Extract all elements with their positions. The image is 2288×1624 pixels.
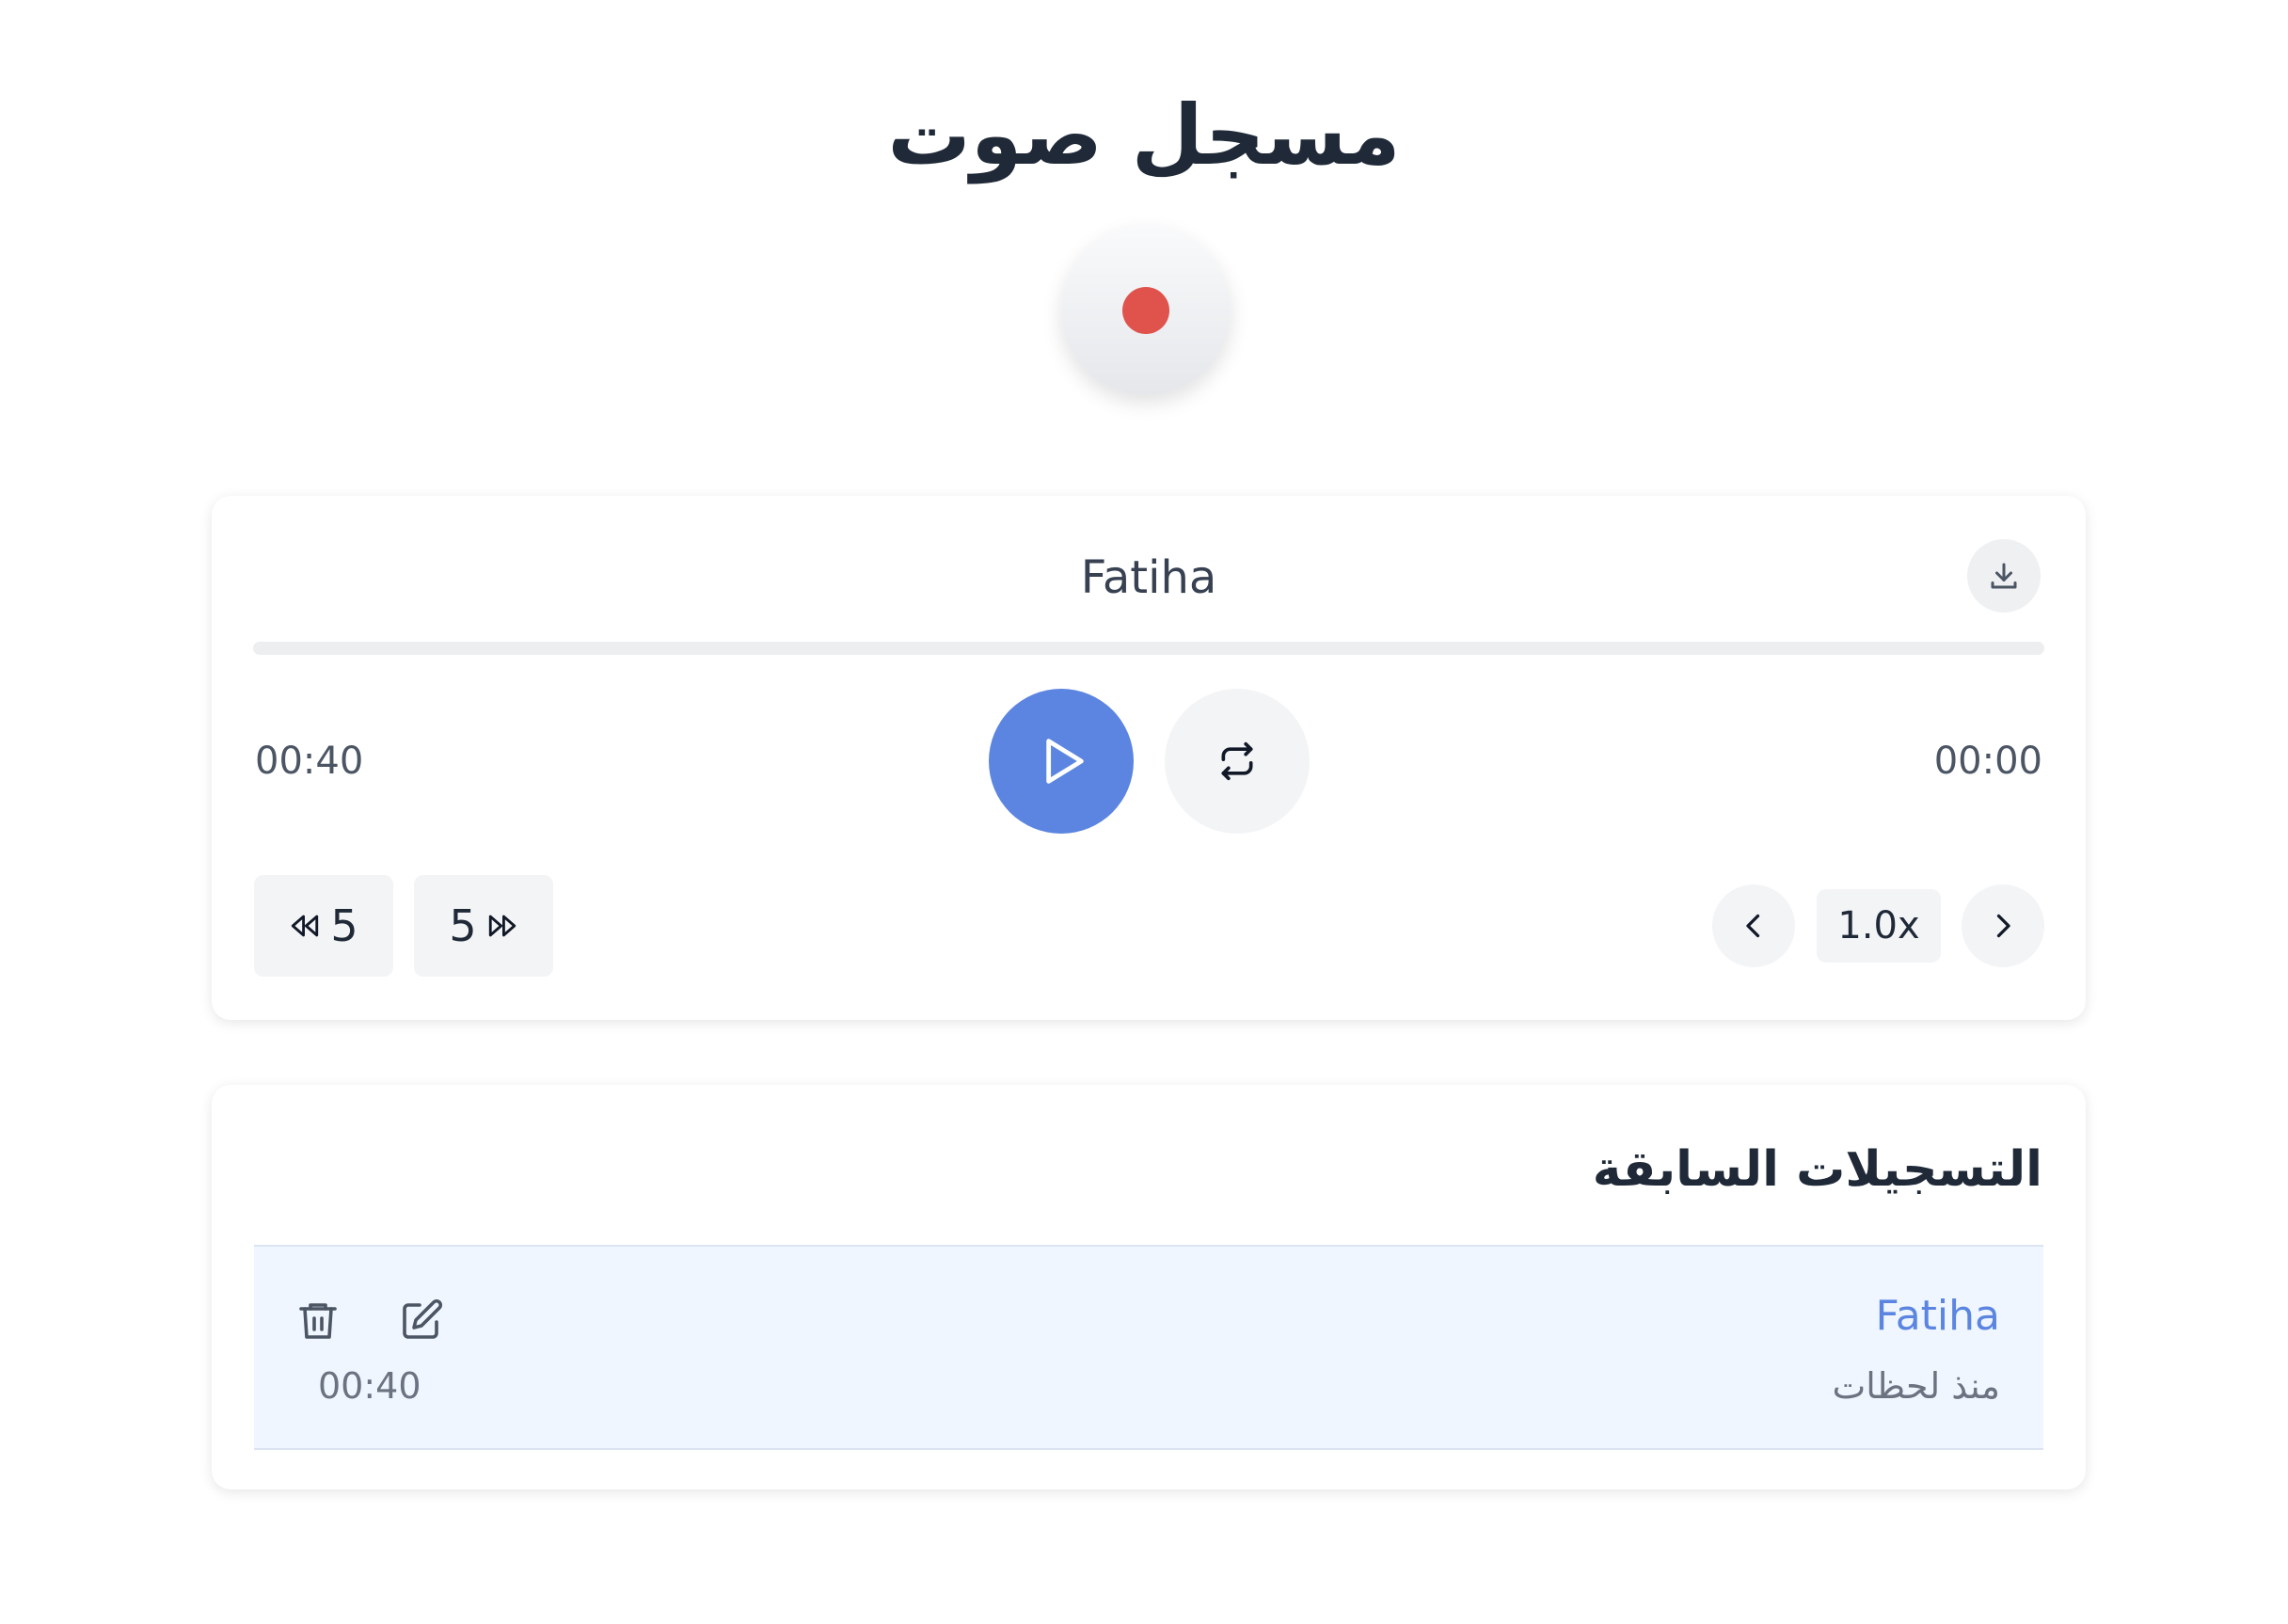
speed-increase-button[interactable] <box>1962 884 2044 967</box>
chevron-right-icon <box>1996 914 2010 938</box>
progress-bar[interactable] <box>253 642 2044 655</box>
list-item[interactable]: Fatiha منذ لحظات 00:40 <box>254 1245 2043 1450</box>
track-name: Fatiha <box>1080 551 1217 604</box>
edit-icon <box>403 1298 443 1339</box>
play-button[interactable] <box>989 689 1134 834</box>
recordings-history-card: التسجيلات السابقة Fatiha منذ لحظات 00:40 <box>212 1085 2086 1489</box>
edit-button[interactable] <box>391 1290 452 1350</box>
history-title: التسجيلات السابقة <box>1592 1141 2042 1198</box>
playback-speed: 1.0x <box>1817 889 1941 963</box>
fast-forward-icon <box>488 915 516 937</box>
recording-duration: 00:40 <box>318 1365 421 1407</box>
current-time: 00:00 <box>1933 740 2042 783</box>
rewind-icon <box>292 915 319 937</box>
repeat-icon <box>1221 741 1253 781</box>
delete-button[interactable] <box>288 1290 348 1350</box>
record-button[interactable] <box>1061 226 1231 395</box>
recording-name[interactable]: Fatiha <box>1875 1286 2000 1346</box>
repeat-button[interactable] <box>1165 689 1310 834</box>
record-dot-icon <box>1122 287 1169 334</box>
download-icon <box>1991 563 2017 589</box>
skip-forward-seconds: 5 <box>449 900 477 951</box>
skip-back-button[interactable]: 5 <box>254 875 393 977</box>
download-button[interactable] <box>1967 539 2041 613</box>
skip-back-seconds: 5 <box>330 900 358 951</box>
audio-player-card: Fatiha 00:40 00:00 5 5 1.0x <box>212 496 2086 1020</box>
duration-time: 00:40 <box>255 740 364 783</box>
trash-icon <box>299 1303 337 1339</box>
skip-forward-button[interactable]: 5 <box>414 875 553 977</box>
play-icon <box>1046 739 1084 784</box>
chevron-left-icon <box>1746 914 1760 938</box>
speed-decrease-button[interactable] <box>1712 884 1795 967</box>
page-title: مسجل صوت <box>887 86 1401 183</box>
recording-time-ago: منذ لحظات <box>1832 1365 2000 1407</box>
